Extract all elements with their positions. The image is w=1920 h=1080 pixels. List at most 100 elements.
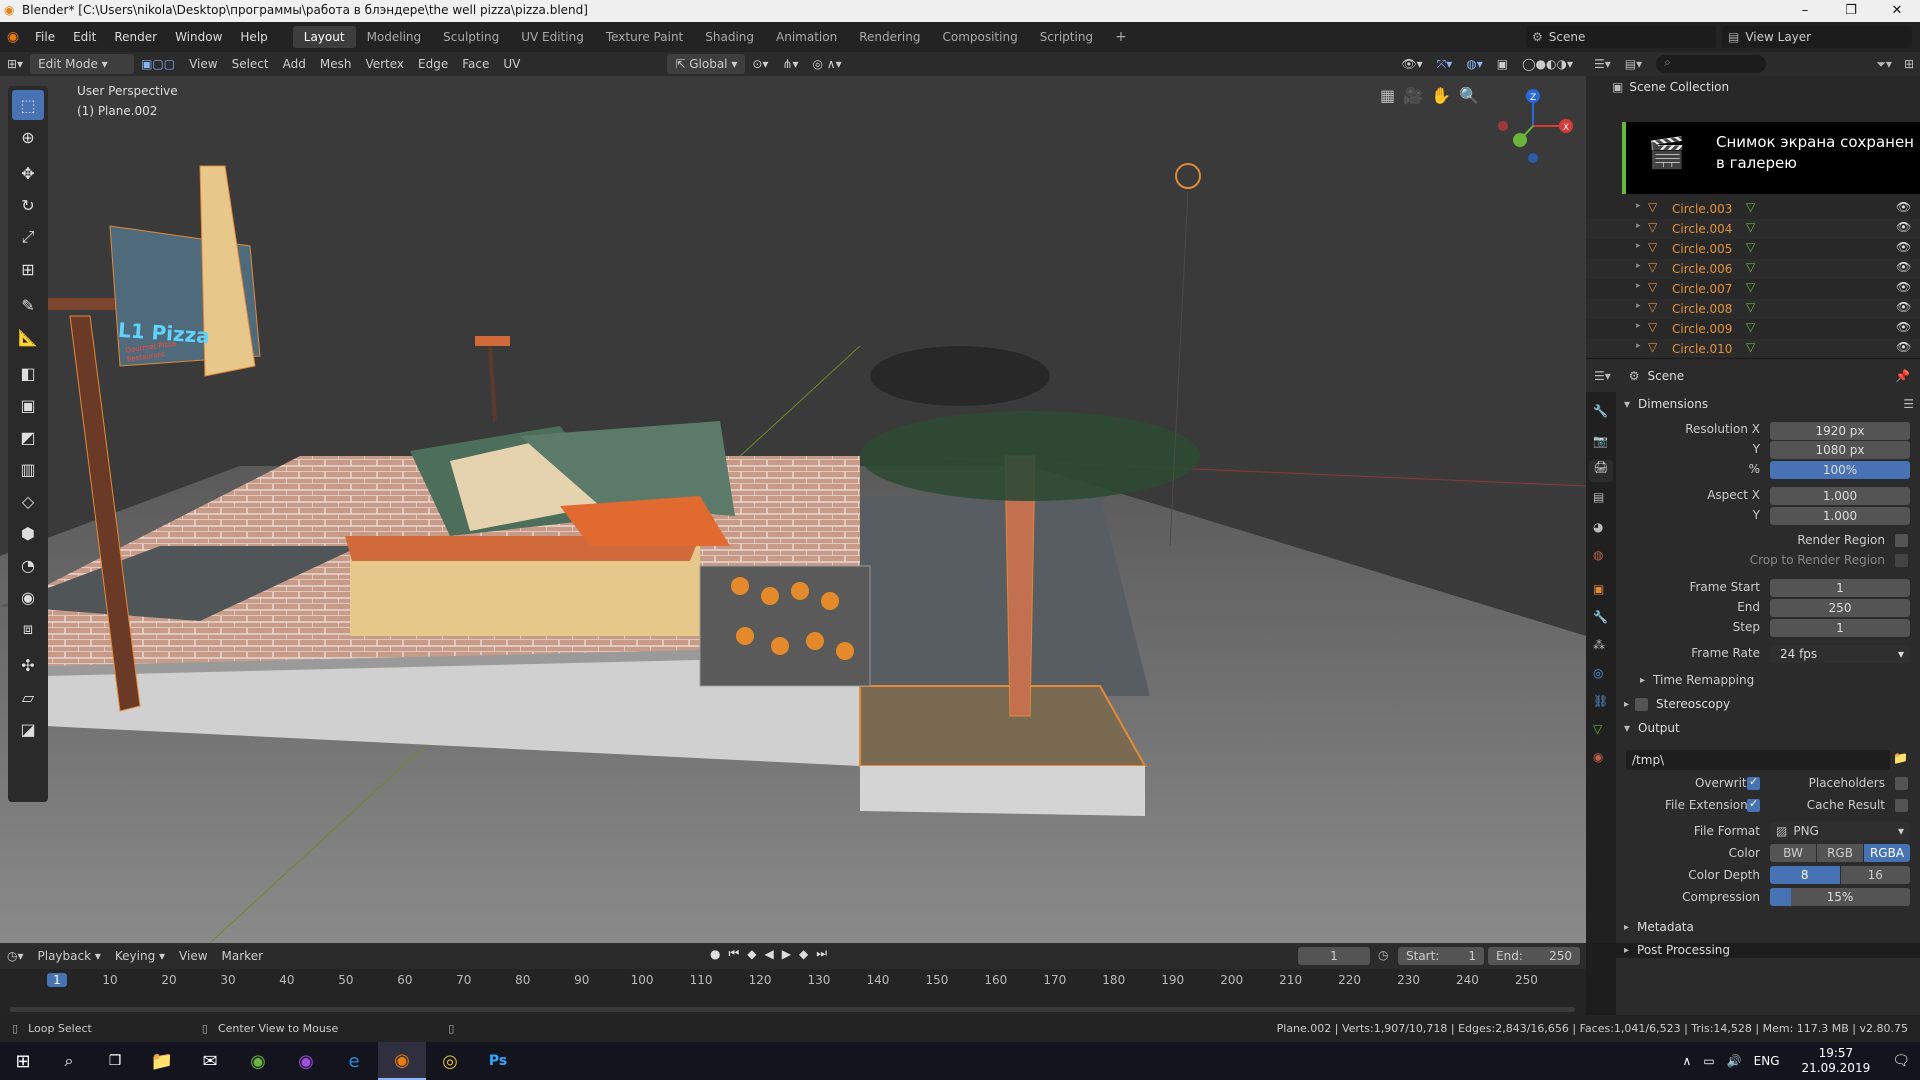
shading-modes-icon[interactable]: ◯●◐◑▾ <box>1515 54 1580 74</box>
chevron-right-icon[interactable]: ▸ <box>1636 201 1641 211</box>
chevron-right-icon[interactable]: ▸ <box>1636 301 1641 311</box>
tab-animation[interactable]: Animation <box>765 26 848 48</box>
chevron-right-icon[interactable]: ▸ <box>1636 221 1641 231</box>
network-icon[interactable]: ▭ <box>1703 1054 1714 1068</box>
new-collection-icon[interactable]: ⊞ <box>1898 57 1920 71</box>
orientation-dropdown[interactable]: ⇱ Global ▾ <box>667 54 746 74</box>
overwrite-checkbox[interactable] <box>1747 775 1760 790</box>
poly-build-icon[interactable]: ⬢ <box>12 518 44 548</box>
scene-collection-row[interactable]: ▣ Scene Collection <box>1612 80 1729 94</box>
xray-icon[interactable]: ▣ <box>1490 54 1515 74</box>
output-path-field[interactable]: /tmp\ <box>1626 750 1890 770</box>
crop-region-checkbox[interactable] <box>1895 554 1908 567</box>
eye-icon[interactable]: 👁 <box>1896 260 1911 274</box>
select-box-icon[interactable]: ⬚ <box>12 90 44 120</box>
start-icon[interactable]: ⊞ <box>0 1051 46 1072</box>
tab-uv-editing[interactable]: UV Editing <box>510 26 595 48</box>
scene-selector[interactable]: ⚙ Scene <box>1526 26 1716 48</box>
chevron-right-icon[interactable]: ▸ <box>1636 341 1641 351</box>
filter-icon[interactable]: ⏷▾ <box>1870 57 1898 72</box>
clock[interactable]: 19:57 21.09.2019 <box>1802 1046 1871 1076</box>
eye-icon[interactable]: 👁 <box>1896 300 1911 314</box>
scale-icon[interactable]: ⤢ <box>12 222 44 252</box>
current-frame-field[interactable]: 1 <box>1298 947 1370 965</box>
tab-shading[interactable]: Shading <box>694 26 765 48</box>
dimensions-panel-header[interactable]: ▾ Dimensions ☰ <box>1624 394 1914 414</box>
edge-slide-icon[interactable]: ⧈ <box>12 614 44 644</box>
maximize-button[interactable]: ❐ <box>1828 0 1874 22</box>
frame-start-field[interactable]: 1 <box>1770 579 1910 597</box>
tray-chevron-icon[interactable]: ∧ <box>1683 1054 1692 1068</box>
post-processing-header[interactable]: ▸ Post Processing <box>1624 943 1730 957</box>
outliner-item[interactable]: ▸ ▽ Circle.003 ▽ 👁 <box>1586 199 1920 219</box>
frame-end-field[interactable]: 250 <box>1770 599 1910 617</box>
language-indicator[interactable]: ENG <box>1754 1054 1780 1068</box>
menu-edge[interactable]: Edge <box>411 54 455 74</box>
eye-icon[interactable]: 👁 <box>1896 240 1911 254</box>
outliner-search-icon[interactable]: ⌕ <box>1656 55 1767 73</box>
outliner-item[interactable]: ▸ ▽ Circle.004 ▽ 👁 <box>1586 219 1920 239</box>
extrude-icon[interactable]: ◧ <box>12 358 44 388</box>
menu-render[interactable]: Render <box>105 26 166 48</box>
outliner-item[interactable]: ▸ ▽ Circle.009 ▽ 👁 <box>1586 319 1920 339</box>
compression-slider[interactable]: 15% <box>1770 888 1910 906</box>
chevron-right-icon[interactable]: ▸ <box>1636 261 1641 271</box>
chevron-right-icon[interactable]: ▸ <box>1636 321 1641 331</box>
tab-texture-paint[interactable]: Texture Paint <box>595 26 694 48</box>
editor-type-icon[interactable]: ⊞▾ <box>0 54 30 74</box>
display-mode-icon[interactable]: ▤▾ <box>1619 57 1648 71</box>
properties-type-icon[interactable]: ☰▾ <box>1586 369 1619 383</box>
shrink-fatten-icon[interactable]: ✣ <box>12 650 44 680</box>
resolution-percent-slider[interactable]: 100% <box>1770 461 1910 479</box>
depth-8-button[interactable]: 8 <box>1770 866 1840 884</box>
task-view-icon[interactable]: ❐ <box>92 1053 138 1069</box>
camera-view-icon[interactable]: 🎥 <box>1403 86 1423 105</box>
file-extensions-checkbox[interactable] <box>1747 797 1760 812</box>
eye-icon[interactable]: 👁 <box>1896 340 1911 354</box>
physics-tab-icon[interactable]: ◎ <box>1593 666 1603 680</box>
resolution-x-field[interactable]: 1920 px <box>1770 422 1910 440</box>
menu-help[interactable]: Help <box>231 26 276 48</box>
keying-menu[interactable]: Keying ▾ <box>108 946 172 966</box>
timeline-editor-icon[interactable]: ◷▾ <box>0 946 31 966</box>
file-format-dropdown[interactable]: ▨ PNG ▾ <box>1770 822 1910 840</box>
menu-add[interactable]: Add <box>276 54 313 74</box>
resolution-y-field[interactable]: 1080 px <box>1770 441 1910 459</box>
cache-result-checkbox[interactable] <box>1895 799 1908 812</box>
loop-cut-icon[interactable]: ▥ <box>12 454 44 484</box>
minimize-button[interactable]: – <box>1782 0 1828 22</box>
eye-icon[interactable]: 👁 <box>1896 320 1911 334</box>
eye-icon[interactable]: 👁 <box>1896 200 1911 214</box>
marker-menu[interactable]: Marker <box>215 946 270 966</box>
jump-end-icon[interactable]: ⏭ <box>816 946 827 961</box>
axis-gizmo[interactable]: Z X <box>1488 78 1578 168</box>
tab-scripting[interactable]: Scripting <box>1029 26 1104 48</box>
stereoscopy-header[interactable]: ▸ Stereoscopy <box>1624 697 1730 711</box>
outliner-item[interactable]: ▸ ▽ Circle.007 ▽ 👁 <box>1586 279 1920 299</box>
snap-icon[interactable]: ⋔▾ <box>775 54 805 74</box>
chevron-right-icon[interactable]: ▸ <box>1636 281 1641 291</box>
photoshop-icon[interactable]: Ps <box>474 1053 522 1069</box>
constraints-tab-icon[interactable]: ⛓ <box>1593 694 1608 708</box>
mail-icon[interactable]: ✉ <box>186 1051 234 1072</box>
record-icon[interactable]: ● <box>710 947 720 961</box>
transform-icon[interactable]: ⊞ <box>12 254 44 284</box>
frame-rate-dropdown[interactable]: 24 fps ▾ <box>1770 645 1910 663</box>
folder-icon[interactable]: 📁 <box>1893 751 1908 765</box>
move-icon[interactable]: ✥ <box>12 158 44 188</box>
timeline-track[interactable]: 1 10 20 30 40 50 60 70 80 90 100 110 120 130 140 150 160… <box>0 969 1586 1015</box>
visibility-icon[interactable]: 👁▾ <box>1394 54 1429 74</box>
rotate-icon[interactable]: ↻ <box>12 190 44 220</box>
mode-dropdown[interactable]: Edit Mode ▾ <box>30 54 135 74</box>
blender-menu-icon[interactable]: ◉ <box>0 29 26 45</box>
overlay-icon[interactable]: ◍▾ <box>1459 54 1490 74</box>
presets-icon[interactable]: ☰ <box>1903 397 1914 411</box>
annotate-icon[interactable]: ✎ <box>12 290 44 320</box>
prev-keyframe-icon[interactable]: ◆ <box>747 947 756 961</box>
knife-icon[interactable]: ◇ <box>12 486 44 516</box>
3d-viewport[interactable]: L1 Pizza Gourmet Pizza Restaurant User P… <box>0 76 1586 943</box>
add-workspace-button[interactable]: + <box>1104 26 1138 48</box>
playback-menu[interactable]: Playback ▾ <box>31 946 108 966</box>
chrome-icon[interactable]: ◎ <box>426 1051 474 1072</box>
menu-select[interactable]: Select <box>225 54 276 74</box>
